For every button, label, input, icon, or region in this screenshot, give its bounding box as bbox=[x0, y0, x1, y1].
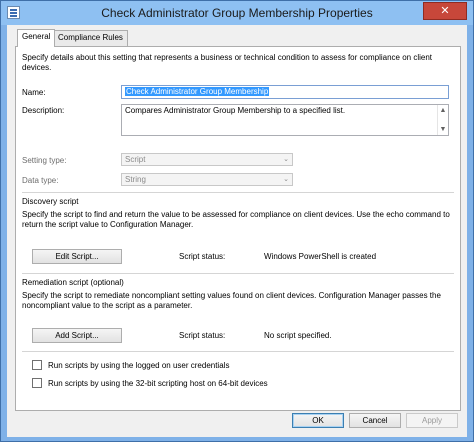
description-textarea[interactable]: Compares Administrator Group Membership … bbox=[121, 104, 449, 136]
data-type-select: String ⌄ bbox=[121, 173, 293, 186]
discovery-status-value: Windows PowerShell is created bbox=[264, 252, 377, 261]
ok-button[interactable]: OK bbox=[292, 413, 344, 428]
description-label: Description: bbox=[22, 106, 65, 115]
tab-compliance-rules[interactable]: Compliance Rules bbox=[53, 30, 128, 46]
general-panel: Specify details about this setting that … bbox=[15, 46, 461, 411]
chevron-down-icon: ⌄ bbox=[283, 176, 289, 183]
divider bbox=[22, 192, 454, 193]
scripting-host-32bit-label[interactable]: Run scripts by using the 32-bit scriptin… bbox=[48, 379, 268, 388]
chevron-down-icon: ⌄ bbox=[283, 156, 289, 163]
name-label: Name: bbox=[22, 88, 46, 97]
name-value: Check Administrator Group Membership bbox=[125, 87, 270, 96]
properties-dialog: Check Administrator Group Membership Pro… bbox=[0, 0, 474, 442]
discovery-heading: Discovery script bbox=[22, 197, 79, 206]
apply-button: Apply bbox=[406, 413, 458, 428]
title-bar[interactable]: Check Administrator Group Membership Pro… bbox=[1, 1, 473, 25]
description-scrollbar[interactable]: ▲ ▼ bbox=[437, 105, 448, 135]
data-type-value: String bbox=[125, 175, 146, 184]
edit-script-button[interactable]: Edit Script... bbox=[32, 249, 122, 264]
logged-on-credentials-label[interactable]: Run scripts by using the logged on user … bbox=[48, 361, 229, 370]
remediation-status-label: Script status: bbox=[179, 331, 226, 340]
scroll-up-icon[interactable]: ▲ bbox=[438, 106, 448, 115]
divider bbox=[22, 273, 454, 274]
remediation-status-value: No script specified. bbox=[264, 331, 332, 340]
setting-type-label: Setting type: bbox=[22, 156, 67, 165]
tab-general[interactable]: General bbox=[17, 29, 56, 47]
discovery-description: Specify the script to find and return th… bbox=[22, 210, 450, 229]
cancel-button[interactable]: Cancel bbox=[349, 413, 401, 428]
divider bbox=[22, 351, 454, 352]
intro-text: Specify details about this setting that … bbox=[22, 53, 433, 72]
add-script-button[interactable]: Add Script... bbox=[32, 328, 122, 343]
data-type-label: Data type: bbox=[22, 176, 59, 185]
description-value: Compares Administrator Group Membership … bbox=[125, 106, 346, 115]
discovery-status-label: Script status: bbox=[179, 252, 226, 261]
dialog-client-area: General Compliance Rules Specify details… bbox=[7, 25, 467, 437]
close-button[interactable]: ✕ bbox=[423, 2, 467, 20]
setting-type-select: Script ⌄ bbox=[121, 153, 293, 166]
window-title: Check Administrator Group Membership Pro… bbox=[101, 6, 373, 20]
scripting-host-32bit-checkbox[interactable] bbox=[32, 378, 42, 388]
name-input[interactable]: Check Administrator Group Membership bbox=[121, 85, 449, 99]
scroll-down-icon[interactable]: ▼ bbox=[438, 125, 448, 134]
logged-on-credentials-checkbox[interactable] bbox=[32, 360, 42, 370]
remediation-heading: Remediation script (optional) bbox=[22, 278, 124, 287]
setting-type-value: Script bbox=[125, 155, 146, 164]
remediation-description: Specify the script to remediate noncompl… bbox=[22, 291, 441, 310]
